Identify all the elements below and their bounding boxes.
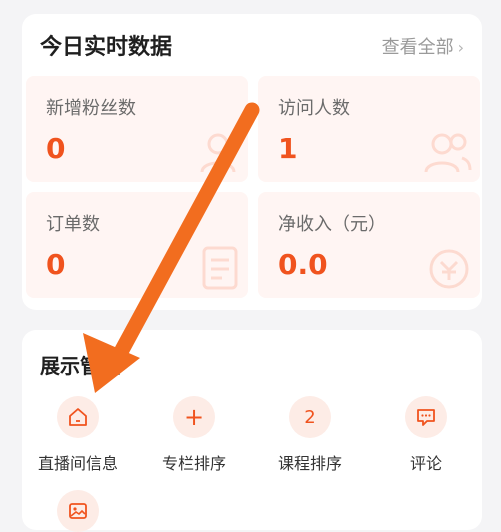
stat-tile-orders[interactable]: 订单数 0 bbox=[26, 192, 248, 298]
display-management-card: 展示管理 直播间信息 + 专栏排序 2 课程排序 评论 bbox=[22, 330, 482, 532]
plus-icon: + bbox=[173, 396, 215, 438]
home-icon bbox=[57, 396, 99, 438]
stat-label: 订单数 bbox=[46, 214, 100, 235]
stat-value: 1 bbox=[278, 132, 298, 165]
image-icon bbox=[57, 490, 99, 532]
stat-value: 0 bbox=[46, 132, 66, 165]
stat-label: 净收入（元） bbox=[278, 214, 386, 235]
user-icon bbox=[200, 133, 236, 173]
stat-value: 0.0 bbox=[278, 248, 328, 281]
tool-image[interactable] bbox=[28, 490, 128, 532]
tool-course-sort[interactable]: 2 课程排序 bbox=[260, 396, 360, 474]
realtime-data-header: 今日实时数据 查看全部 › bbox=[40, 34, 464, 62]
stat-tile-visitors[interactable]: 访问人数 1 bbox=[258, 76, 480, 182]
tool-column-sort[interactable]: + 专栏排序 bbox=[144, 396, 244, 474]
comment-icon bbox=[405, 396, 447, 438]
display-management-title: 展示管理 bbox=[40, 354, 120, 378]
tool-comments[interactable]: 评论 bbox=[376, 396, 476, 474]
wallet-icon bbox=[429, 249, 469, 289]
stat-tile-net-income[interactable]: 净收入（元） 0.0 bbox=[258, 192, 480, 298]
view-all-link[interactable]: 查看全部 › bbox=[382, 36, 464, 60]
number-two-icon: 2 bbox=[289, 396, 331, 438]
order-icon bbox=[202, 246, 238, 290]
stat-tile-new-fans[interactable]: 新增粉丝数 0 bbox=[26, 76, 248, 182]
view-all-label: 查看全部 bbox=[381, 37, 454, 58]
tool-label: 评论 bbox=[409, 454, 442, 473]
tool-label: 直播间信息 bbox=[37, 454, 118, 473]
stat-value: 0 bbox=[46, 248, 66, 281]
stat-label: 访问人数 bbox=[278, 98, 350, 119]
realtime-data-title: 今日实时数据 bbox=[40, 35, 173, 60]
realtime-data-card: 今日实时数据 查看全部 › 新增粉丝数 0 访问人数 1 订单数 0 净收入（元… bbox=[22, 14, 482, 310]
users-icon bbox=[424, 133, 472, 173]
stat-label: 新增粉丝数 bbox=[46, 98, 136, 119]
tool-label: 课程排序 bbox=[277, 454, 342, 473]
tool-live-room-info[interactable]: 直播间信息 bbox=[28, 396, 128, 474]
chevron-right-icon: › bbox=[457, 38, 464, 57]
tool-label: 专栏排序 bbox=[161, 454, 226, 473]
